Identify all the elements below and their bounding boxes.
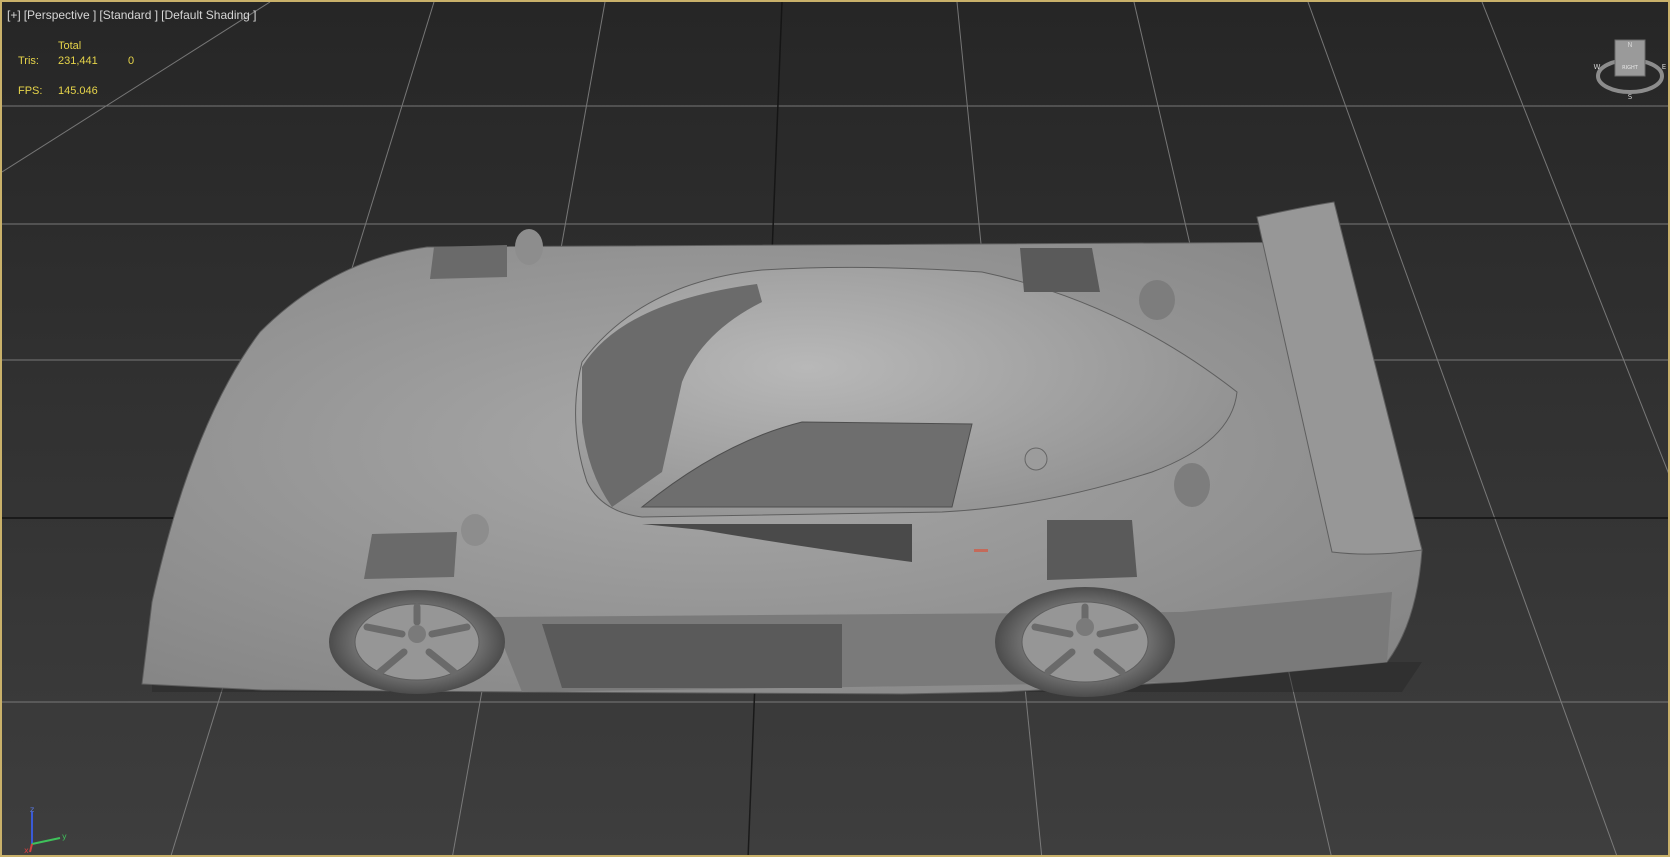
stats-tris-selected: 0 [128,55,135,67]
lower-intake [542,624,842,688]
mirror-left [515,229,543,265]
exhaust-upper [1139,280,1175,320]
axis-y-label: y [62,832,67,841]
axis-x-label: x [24,846,29,854]
stats-tris-total: 231,441 [58,55,98,67]
stats-fps-label: FPS: [18,85,43,97]
stats-tris-label: Tris: [18,55,39,67]
perspective-viewport[interactable]: [+] [Perspective ] [Standard ] [Default … [0,0,1670,857]
viewcube-compass-w: W [1594,63,1601,71]
viewport-scene [2,2,1668,855]
viewport-general-menu[interactable]: [+] [7,8,21,22]
viewcube-compass-s: S [1628,93,1633,101]
stats-total-header: Total [58,40,82,52]
rear-wheel [995,587,1175,697]
axis-y-line [31,837,61,845]
axis-z-label: z [30,806,34,814]
rear-intake-lower [1047,520,1137,580]
exhaust-lower [1174,463,1210,507]
viewport-menu: [+] [Perspective ] [Standard ] [Default … [7,8,257,22]
fuel-cap [1024,447,1048,471]
mirror-right [461,514,489,546]
viewcube-face-label: RIGHT [1622,65,1639,71]
car-model [141,201,1423,697]
axis-tripod: z y x [24,806,67,854]
front-wheel [329,590,505,694]
stats-fps-value: 145.046 [58,85,98,97]
viewcube-compass-e: E [1662,63,1666,71]
rear-intake-upper [1020,248,1100,292]
tail-light-marker [974,549,988,552]
viewport-standard-menu[interactable]: [Standard ] [99,8,158,22]
viewport-point-of-view-menu[interactable]: [Perspective ] [24,8,97,22]
viewcube[interactable]: RIGHT W N S E [1592,32,1668,102]
axis-x-line [29,843,33,853]
viewcube-compass-n: N [1627,41,1632,49]
front-intake-upper [430,245,507,279]
viewport-shading-menu[interactable]: [Default Shading ] [161,8,256,22]
front-intake-lower [364,532,457,579]
